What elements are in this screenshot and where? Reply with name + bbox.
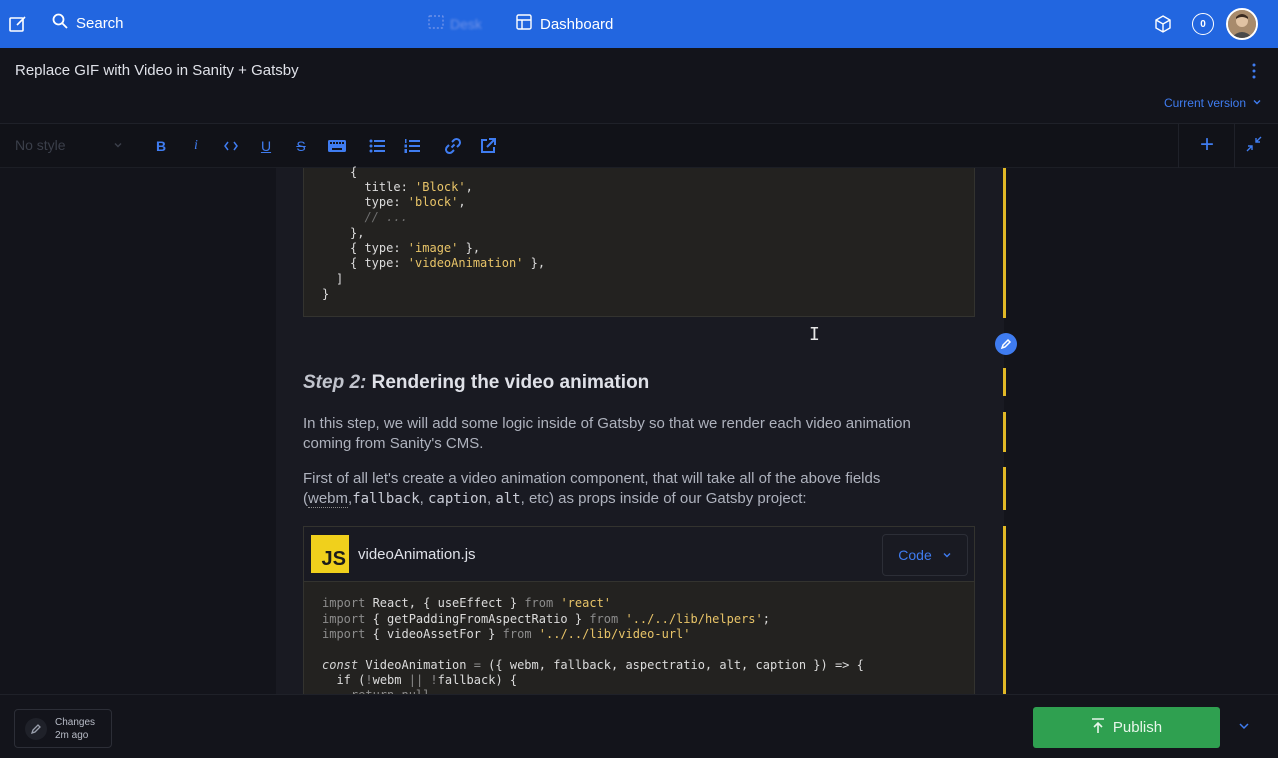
editor-toolbar: No style B i U S + [0,124,1278,168]
review-changes-button[interactable]: Changes 2m ago [14,709,112,748]
publish-icon [1091,717,1105,738]
publish-button[interactable]: Publish [1033,707,1220,748]
chevron-down-icon [1252,96,1262,110]
dashboard-icon [516,14,532,34]
code-line: import { getPaddingFromAspectRatio } fro… [322,612,770,626]
code-line: type: 'block', [350,195,466,209]
code-line: { type: 'image' }, [350,241,481,255]
version-selector[interactable]: Current version [1164,96,1262,110]
desk-tool-link[interactable]: Desk [428,14,482,33]
code-line: } [322,287,330,301]
section-heading: Step 2: Rendering the video animation [303,372,649,394]
code-line: import { videoAssetFor } from '../../lib… [322,627,691,641]
changes-label: Changes [55,716,96,728]
code-line: { type: 'videoAnimation' }, [350,256,546,270]
code-line: import React, { useEffect } from 'react' [322,596,612,610]
numbered-list-icon[interactable] [401,135,423,157]
italic-icon[interactable]: i [185,135,207,157]
publish-options-button[interactable] [1228,707,1260,748]
search-label: Search [76,14,124,32]
block-style-select[interactable]: No style [15,137,123,153]
more-options-icon[interactable] [1246,62,1262,80]
change-indicator [1003,526,1006,694]
edit-icon [25,717,47,740]
paragraph: First of all let's create a video animat… [303,470,881,508]
collapse-icon[interactable] [1246,136,1262,152]
code-block-header: JS videoAnimation.js Code [304,527,974,582]
chevron-down-icon [113,137,123,153]
insert-plus-icon[interactable]: + [1195,133,1219,158]
change-indicator [1003,412,1006,452]
block-style-label: No style [15,137,66,153]
code-block[interactable]: { title: 'Block', type: 'block', // ... … [303,165,975,317]
paragraph: In this step, we will add some logic ins… [303,415,911,452]
user-avatar[interactable] [1226,8,1258,40]
dashboard-tool-link[interactable]: Dashboard [516,14,613,34]
desk-label: Desk [450,15,482,32]
compose-icon[interactable] [8,14,28,34]
bullet-list-icon[interactable] [366,135,388,157]
code-icon[interactable] [220,135,242,157]
search-icon [52,13,68,33]
code-language-label: Code [898,547,932,563]
changes-time: 2m ago [55,729,89,741]
code-line: if (!webm || !fallback) { [322,673,518,687]
change-indicator [1003,467,1006,510]
external-link-icon[interactable] [477,135,499,157]
notification-badge[interactable]: 0 [1192,13,1214,35]
document-header: Replace GIF with Video in Sanity + Gatsb… [0,48,1278,124]
search-button[interactable]: Search [52,13,124,33]
desk-icon [428,14,444,33]
heading-prefix: Step 2: [303,372,367,393]
document-footer: Changes 2m ago Publish [0,694,1278,758]
code-line: title: 'Block', [350,180,473,194]
chevron-down-icon [1238,719,1250,737]
edit-comment-icon[interactable] [995,333,1017,355]
change-indicator [1003,168,1006,318]
underline-icon[interactable]: U [255,135,277,157]
toolbar-divider [1178,124,1179,168]
code-file-name: videoAnimation.js [358,546,476,563]
bold-icon[interactable]: B [150,135,172,157]
chevron-down-icon [942,547,952,563]
document-title: Replace GIF with Video in Sanity + Gatsb… [15,62,299,79]
strikethrough-icon[interactable]: S [290,135,312,157]
publish-label: Publish [1112,719,1163,736]
code-line: const VideoAnimation = ({ webm, fallback… [322,658,864,672]
changes-status: Changes 2m ago [55,716,95,742]
change-indicator [1003,368,1006,396]
keyboard-icon[interactable] [326,135,348,157]
version-label: Current version [1163,96,1246,110]
toolbar-divider [1234,124,1235,168]
code-language-select[interactable]: Code [882,534,968,576]
code-block[interactable]: JS videoAnimation.js Code import React, … [303,526,975,702]
dashboard-label: Dashboard [540,15,614,33]
code-line: ] [336,272,344,286]
heading-text: Rendering the video animation [366,372,650,393]
code-line: }, [350,226,365,240]
text-cursor-icon: Ι [809,324,820,345]
javascript-icon: JS [311,535,349,573]
link-icon[interactable] [442,135,464,157]
code-line: // ... [350,210,408,224]
top-navigation-bar: Search Desk Dashboard 0 [0,0,1278,48]
cube-icon[interactable] [1154,15,1172,33]
code-line: { [350,165,358,179]
